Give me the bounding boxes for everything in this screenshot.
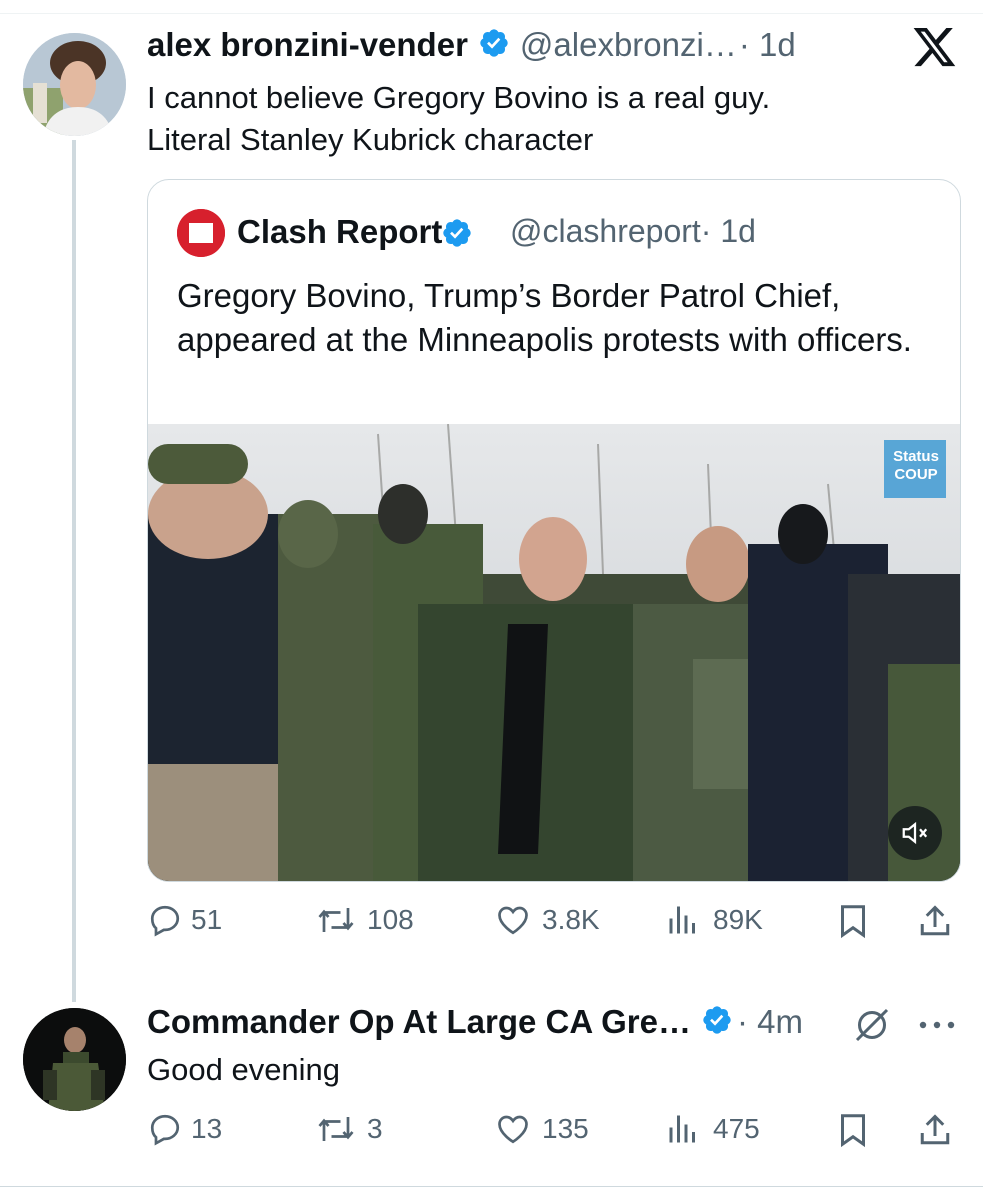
bottom-divider xyxy=(0,1186,983,1187)
media-watermark: Status COUP xyxy=(893,448,939,483)
quote-text: Gregory Bovino, Trump’s Border Patrol Ch… xyxy=(177,277,912,358)
grok-icon[interactable] xyxy=(852,1005,892,1050)
clash-report-logo xyxy=(177,209,225,257)
reply-icon xyxy=(150,1114,180,1146)
reply-header: Commander Op At Large CA Gre… · 4m xyxy=(147,1003,803,1041)
author-name[interactable]: alex bronzini-vender xyxy=(147,26,468,64)
views-icon xyxy=(669,906,695,934)
verified-badge-icon xyxy=(441,217,473,254)
reply-icon xyxy=(150,905,180,937)
share-button[interactable] xyxy=(917,902,953,945)
quote-author-handle[interactable]: @clashreport· 1d xyxy=(510,213,756,250)
post-time[interactable]: · 1d xyxy=(739,26,796,64)
repost-count: 108 xyxy=(367,904,414,935)
repost-icon xyxy=(318,1117,354,1141)
post-header: alex bronzini-vender @alexbronzi… · 1d xyxy=(147,26,796,64)
reply-time[interactable]: · 4m xyxy=(737,1003,803,1041)
quote-time: · 1d xyxy=(700,213,756,249)
reply-text: Good evening xyxy=(147,1052,341,1087)
reply-reply-count: 13 xyxy=(191,1113,223,1144)
share-icon xyxy=(920,1114,950,1145)
repost-button[interactable]: 108 xyxy=(315,902,414,938)
post-text: I cannot believe Gregory Bovino is a rea… xyxy=(147,77,770,161)
like-button[interactable]: 3.8K xyxy=(494,902,600,938)
views-button[interactable]: 89K xyxy=(665,902,763,938)
reply-views-button[interactable]: 475 xyxy=(665,1111,760,1147)
reply-views-count: 475 xyxy=(713,1113,760,1144)
views-count: 89K xyxy=(713,904,763,935)
verified-badge-icon xyxy=(478,27,510,64)
post-text-line-1: I cannot believe Gregory Bovino is a rea… xyxy=(147,80,771,115)
quoted-post[interactable]: Clash Report @clashreport· 1d Gregory Bo… xyxy=(147,179,961,882)
quote-handle-text: @clashreport xyxy=(510,213,701,249)
reply-count: 51 xyxy=(191,904,223,935)
x-logo-icon xyxy=(913,28,957,73)
avatar-alex[interactable] xyxy=(23,33,126,136)
verified-badge-icon xyxy=(701,1004,733,1041)
like-icon xyxy=(498,1115,528,1144)
reply-repost-count: 3 xyxy=(367,1113,383,1144)
mute-button[interactable] xyxy=(888,806,942,860)
reply-like-count: 135 xyxy=(542,1113,589,1144)
reply-share-button[interactable] xyxy=(917,1111,953,1154)
like-count: 3.8K xyxy=(542,904,600,935)
reply-author-name[interactable]: Commander Op At Large CA Gre… xyxy=(147,1003,691,1041)
like-icon xyxy=(498,906,528,935)
bookmark-icon xyxy=(841,905,865,939)
reply-reply-button[interactable]: 13 xyxy=(147,1111,222,1147)
views-icon xyxy=(669,1115,695,1143)
reply-repost-button[interactable]: 3 xyxy=(315,1111,383,1147)
avatar-commander[interactable] xyxy=(23,1008,126,1111)
top-divider xyxy=(0,13,983,14)
post-text-line-2: Literal Stanley Kubrick character xyxy=(147,122,594,157)
thread-line xyxy=(72,140,76,1002)
reply-bookmark-button[interactable] xyxy=(835,1111,871,1154)
reply-like-button[interactable]: 135 xyxy=(494,1111,589,1147)
repost-icon xyxy=(318,908,354,932)
reply-button[interactable]: 51 xyxy=(147,902,222,938)
bookmark-icon xyxy=(841,1114,865,1148)
bookmark-button[interactable] xyxy=(835,902,871,945)
video-frame xyxy=(148,423,960,881)
quote-author-name[interactable]: Clash Report xyxy=(237,213,442,251)
author-handle[interactable]: @alexbronzi… xyxy=(520,26,737,64)
more-icon[interactable] xyxy=(918,1018,958,1036)
quote-video[interactable]: Status COUP xyxy=(148,423,960,881)
share-icon xyxy=(920,905,950,936)
mute-icon xyxy=(902,821,928,845)
